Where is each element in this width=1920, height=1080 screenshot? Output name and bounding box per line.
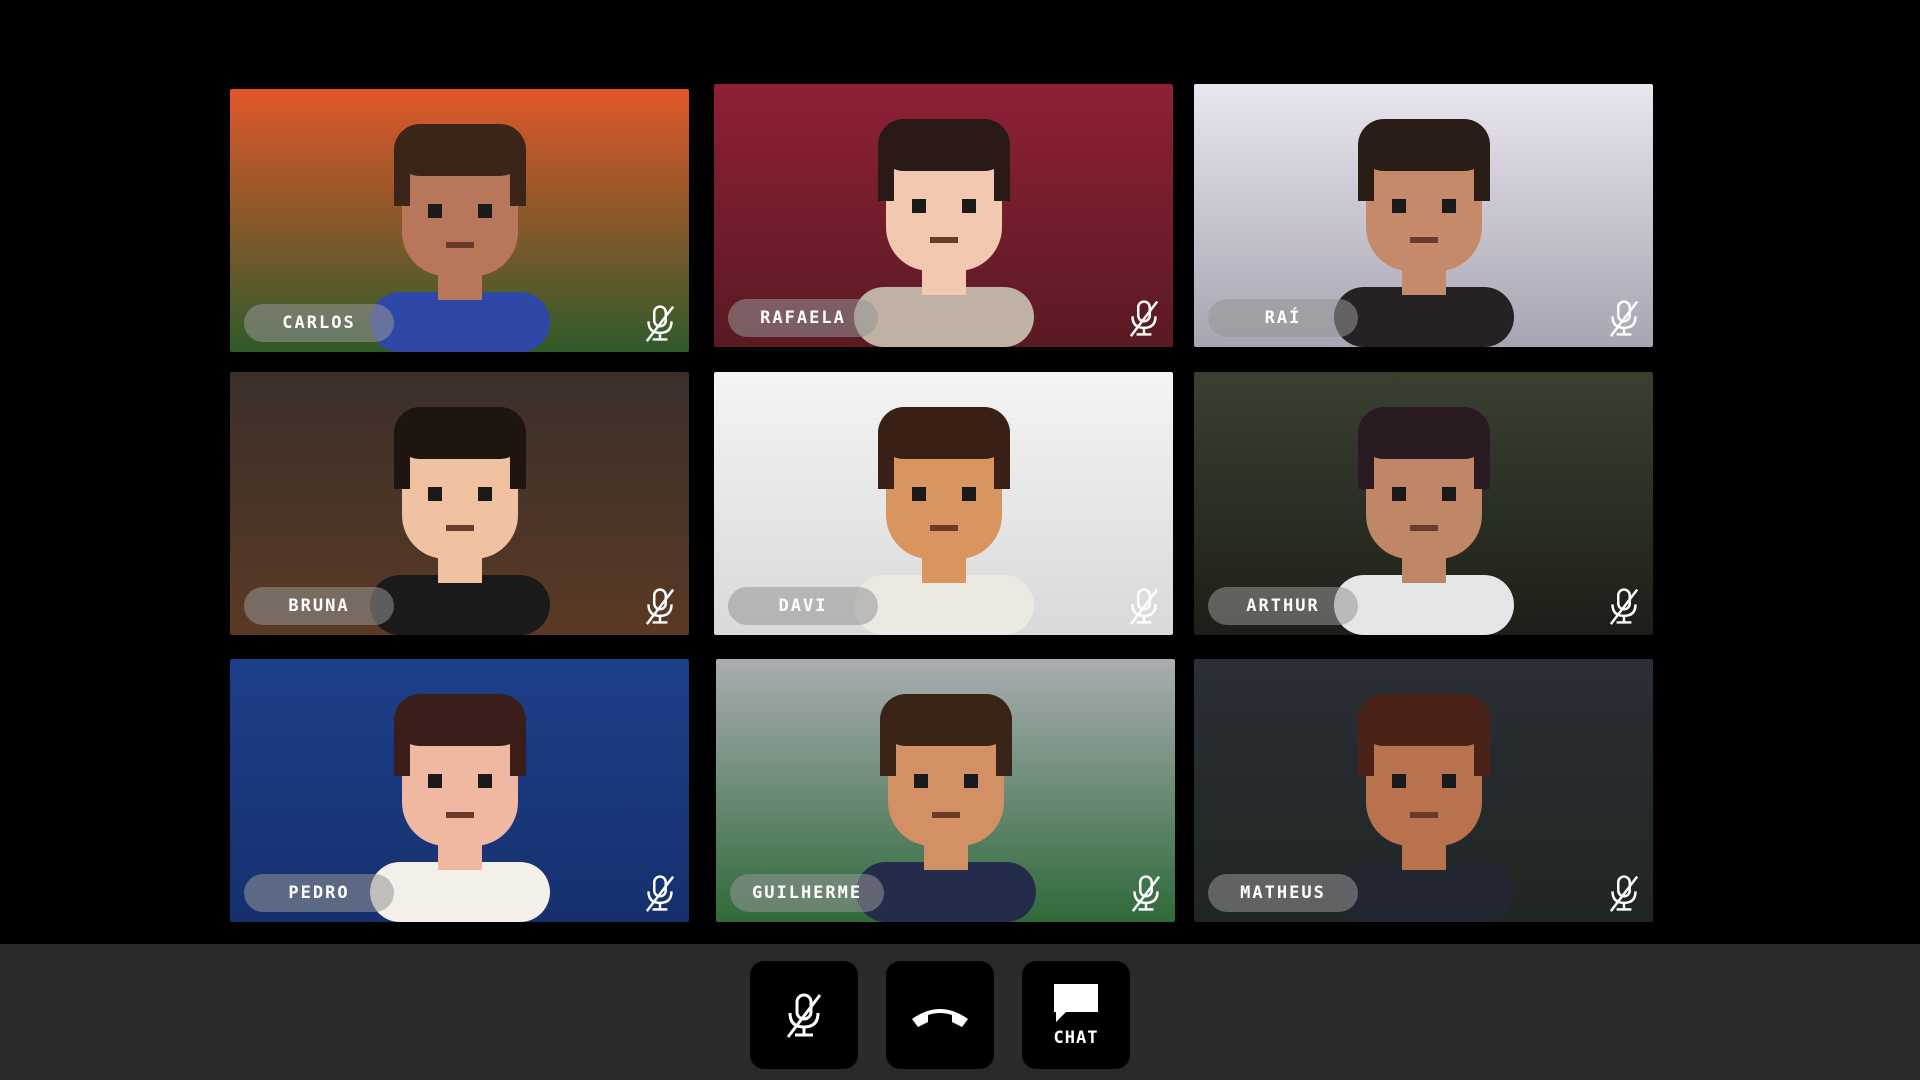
mic-off-icon: [645, 588, 675, 625]
participant-name-label: ARTHUR: [1208, 587, 1358, 625]
mic-off-icon: [1129, 588, 1159, 625]
call-control-bar: CHAT: [0, 944, 1920, 1080]
participant-name-label: RAFAELA: [728, 299, 878, 337]
mic-off-icon: [645, 305, 675, 342]
mute-microphone-button[interactable]: [750, 961, 858, 1069]
mic-off-icon: [1609, 300, 1639, 337]
participant-tile[interactable]: RAÍ: [1194, 84, 1653, 347]
chat-bubble-icon: [1054, 984, 1098, 1022]
participant-name-label: DAVI: [728, 587, 878, 625]
hang-up-button[interactable]: [886, 961, 994, 1069]
mic-off-icon: [645, 875, 675, 912]
participant-tile[interactable]: RAFAELA: [714, 84, 1173, 347]
participant-name-label: MATHEUS: [1208, 874, 1358, 912]
participant-tile[interactable]: CARLOS: [230, 89, 689, 352]
chat-button[interactable]: CHAT: [1022, 961, 1130, 1069]
mic-off-icon: [1129, 300, 1159, 337]
participant-tile[interactable]: DAVI: [714, 372, 1173, 635]
participant-tile[interactable]: PEDRO: [230, 659, 689, 922]
mic-off-icon: [1609, 588, 1639, 625]
mic-off-icon: [786, 993, 822, 1038]
phone-hangup-icon: [912, 1009, 968, 1027]
participant-tile[interactable]: BRUNA: [230, 372, 689, 635]
participant-name-label: CARLOS: [244, 304, 394, 342]
mic-off-icon: [1609, 875, 1639, 912]
participant-tile[interactable]: ARTHUR: [1194, 372, 1653, 635]
participant-name-label: PEDRO: [244, 874, 394, 912]
chat-button-label: CHAT: [1053, 1028, 1099, 1048]
participant-name-label: BRUNA: [244, 587, 394, 625]
participant-tile[interactable]: GUILHERME: [716, 659, 1175, 922]
participant-name-label: GUILHERME: [730, 874, 885, 912]
video-grid: CARLOS RAFAELA RAÍ BRUNA DAVI ARTHUR PEDRO GUIL…: [0, 0, 1920, 944]
participant-name-label: RAÍ: [1208, 299, 1358, 337]
mic-off-icon: [1131, 875, 1161, 912]
participant-tile[interactable]: MATHEUS: [1194, 659, 1653, 922]
